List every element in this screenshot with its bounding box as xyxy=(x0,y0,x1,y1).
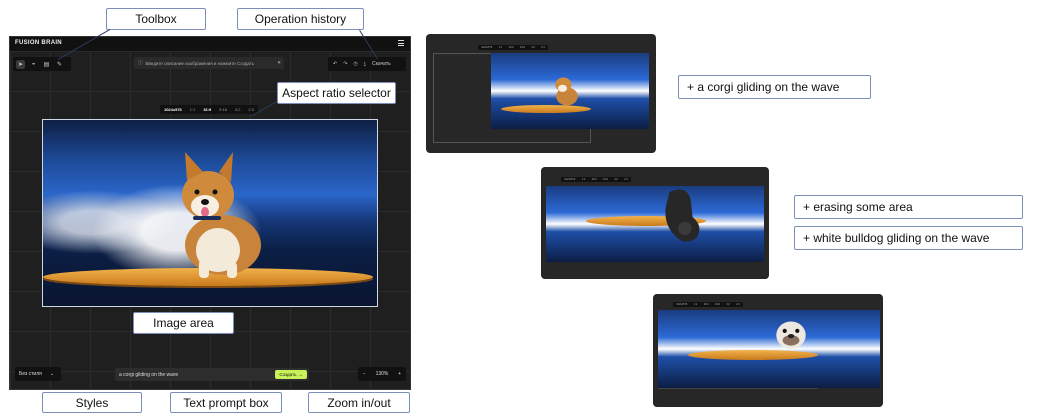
eraser-tool-icon[interactable]: ◒ xyxy=(29,60,38,69)
annotation-step-1: + a corgi gliding on the wave xyxy=(678,75,871,99)
aspect-size[interactable]: 1024x576 xyxy=(164,107,182,112)
aspect-ratio-selector: 1024x576 1:1 16:9 9:16 3:2 2:3 xyxy=(160,105,258,114)
info-icon: ⓘ xyxy=(138,60,143,65)
history-icon[interactable]: ◷ xyxy=(353,61,357,67)
operation-history: ↶ ↷ ◷ ⤓ Скачать xyxy=(328,57,406,71)
create-label: Создать xyxy=(279,372,297,377)
corgi-illustration xyxy=(182,152,261,278)
download-button[interactable]: Скачать xyxy=(372,61,391,67)
zoom-value: 130% xyxy=(375,371,389,377)
thumbnail-step-2: 1024x576 1:1 16:9 9:16 3:2 2:3 xyxy=(541,167,769,279)
annotation-step-2a: + erasing some area xyxy=(794,195,1023,219)
thumbnail-step-1: 1024x576 1:1 16:9 9:16 3:2 2:3 xyxy=(426,34,656,153)
mini-image-erased xyxy=(546,186,764,262)
hint-banner: ⓘ Введите описание изображения и нажмите… xyxy=(134,57,284,69)
hint-text: Введите описание изображения и нажмите С… xyxy=(145,60,255,66)
annotation-step-2b: + white bulldog gliding on the wave xyxy=(794,226,1023,250)
top-bar: FUSION BRAIN xyxy=(10,37,410,51)
mini-divider xyxy=(658,388,818,389)
styles-value: Без стиля xyxy=(19,371,42,377)
annotation-operation-history: Operation history xyxy=(237,8,364,30)
generated-image[interactable] xyxy=(42,119,378,307)
mini-canvas-bottom xyxy=(707,262,769,279)
mini-aspect-selector: 1024x576 1:1 16:9 9:16 3:2 2:3 xyxy=(561,177,631,182)
annotation-styles: Styles xyxy=(42,392,142,413)
chevron-down-icon: ⌄ xyxy=(49,371,55,377)
brand-logo: FUSION BRAIN xyxy=(15,40,62,46)
brush-tool-icon[interactable]: ✎ xyxy=(55,60,64,69)
aspect-option-3-2[interactable]: 3:2 xyxy=(235,107,241,112)
mini-corgi xyxy=(555,77,578,106)
annotation-toolbox: Toolbox xyxy=(106,8,206,30)
annotation-text-prompt: Text prompt box xyxy=(170,392,282,413)
annotation-image-area: Image area xyxy=(133,312,234,334)
text-prompt-box[interactable]: a corgi gliding on the wave Создать → xyxy=(115,368,309,381)
annotation-zoom: Zoom in/out xyxy=(308,392,410,413)
save-tool-icon[interactable]: ▤ xyxy=(42,60,51,69)
zoom-control: − 130% + xyxy=(358,367,406,381)
mini-aspect-selector: 1024x576 1:1 16:9 9:16 3:2 2:3 xyxy=(478,45,548,50)
mini-bulldog xyxy=(776,321,806,349)
toolbox: ➤ ◒ ▤ ✎ xyxy=(13,57,71,71)
create-button[interactable]: Создать → xyxy=(275,370,307,379)
aspect-option-2-3[interactable]: 2:3 xyxy=(248,107,254,112)
styles-dropdown[interactable]: Без стиля ⌄ xyxy=(15,367,61,381)
aspect-option-9-16[interactable]: 9:16 xyxy=(219,107,227,112)
aspect-option-1-1[interactable]: 1:1 xyxy=(190,107,196,112)
mini-aspect-selector: 1024x576 1:1 16:9 9:16 3:2 2:3 xyxy=(673,302,743,307)
annotation-aspect-ratio: Aspect ratio selector xyxy=(277,82,396,104)
thumbnail-step-3: 1024x576 1:1 16:9 9:16 3:2 2:3 xyxy=(653,294,883,407)
prompt-input[interactable]: a corgi gliding on the wave xyxy=(119,372,178,378)
close-icon[interactable]: ✕ xyxy=(277,60,281,66)
mini-image-bulldog xyxy=(658,310,880,388)
zoom-in-button[interactable]: + xyxy=(398,371,401,377)
erased-region xyxy=(665,189,700,242)
zoom-out-button[interactable]: − xyxy=(363,371,366,377)
hamburger-menu-icon[interactable] xyxy=(398,40,404,46)
download-icon[interactable]: ⤓ xyxy=(364,61,366,67)
mini-image-corgi xyxy=(491,53,649,129)
redo-icon[interactable]: ↷ xyxy=(343,61,347,67)
arrow-right-icon: → xyxy=(298,372,304,377)
undo-icon[interactable]: ↶ xyxy=(333,61,337,67)
aspect-option-16-9[interactable]: 16:9 xyxy=(203,107,211,112)
select-tool-icon[interactable]: ➤ xyxy=(16,59,25,69)
